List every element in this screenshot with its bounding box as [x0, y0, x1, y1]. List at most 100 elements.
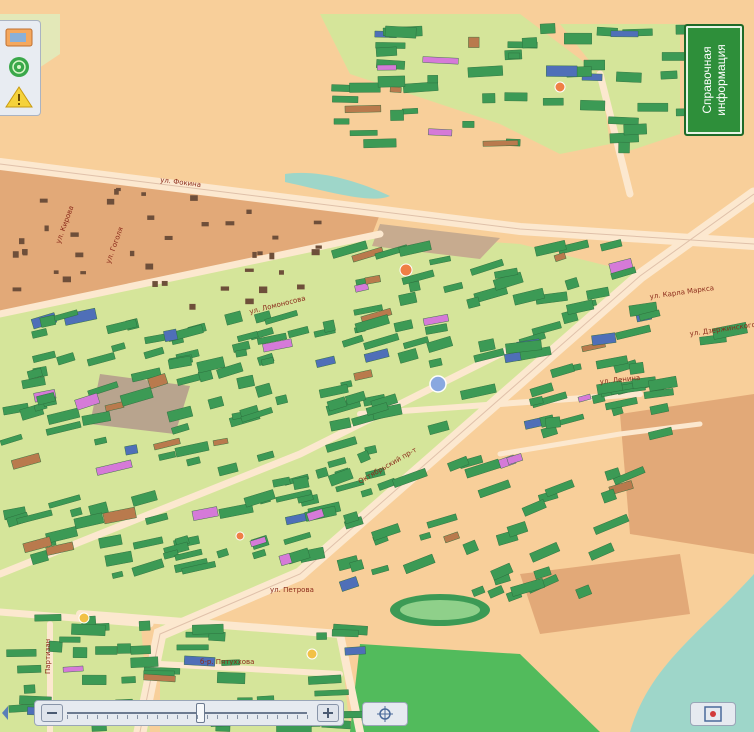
building	[216, 671, 246, 685]
building	[427, 75, 439, 84]
building	[467, 65, 504, 78]
poi-marker[interactable]	[306, 648, 318, 660]
zoom-tick	[307, 715, 308, 719]
building	[539, 23, 556, 35]
building	[608, 116, 639, 126]
building	[610, 30, 639, 38]
building	[331, 84, 350, 92]
building	[322, 319, 336, 333]
zoom-tick	[157, 715, 158, 719]
building	[315, 245, 322, 249]
building	[272, 235, 279, 240]
building	[129, 250, 135, 257]
fullscreen-icon	[704, 706, 722, 722]
layers-icon[interactable]	[4, 25, 34, 49]
poi-marker[interactable]	[78, 612, 90, 624]
building	[39, 198, 48, 203]
building	[278, 270, 284, 275]
poi-marker[interactable]	[399, 263, 413, 277]
building	[70, 232, 79, 237]
building	[564, 32, 592, 45]
building	[164, 235, 173, 240]
building	[80, 271, 86, 275]
building	[19, 238, 25, 245]
building	[508, 52, 521, 59]
building	[390, 109, 404, 121]
zoom-tick	[167, 715, 168, 719]
building	[462, 121, 475, 128]
building	[244, 268, 254, 272]
poi-marker[interactable]	[554, 81, 566, 93]
building	[130, 645, 151, 655]
zoom-in-button[interactable]	[317, 704, 339, 722]
church-marker[interactable]	[429, 375, 447, 393]
building	[375, 46, 398, 57]
zoom-tick	[207, 715, 208, 719]
building	[316, 632, 327, 640]
zoom-tick	[197, 715, 198, 719]
building	[332, 95, 359, 103]
zoom-handle[interactable]	[196, 703, 205, 723]
zoom-tick	[297, 715, 298, 719]
layers-panel	[0, 20, 41, 116]
building	[62, 665, 84, 673]
zoom-tick	[217, 715, 218, 719]
locate-button[interactable]	[362, 702, 408, 726]
building	[145, 263, 154, 270]
building	[331, 629, 359, 638]
building	[542, 97, 564, 106]
building	[71, 623, 106, 637]
building	[95, 646, 118, 655]
zoom-tick	[67, 715, 68, 719]
radar-icon[interactable]	[4, 55, 34, 79]
building	[618, 141, 630, 154]
building	[401, 107, 419, 115]
zoom-tick	[107, 715, 108, 719]
building	[660, 70, 678, 80]
pan-left-icon[interactable]	[0, 704, 10, 722]
poi-marker[interactable]	[235, 531, 245, 541]
map-viewer[interactable]: ул. Фокина ул. Ломоносова ул. Ленина Окт…	[0, 0, 754, 732]
warning-icon[interactable]	[4, 85, 34, 109]
building	[82, 674, 107, 685]
building	[482, 140, 519, 147]
zoom-tick	[77, 715, 78, 719]
building	[269, 252, 275, 260]
building	[546, 65, 578, 77]
zoom-tick	[117, 715, 118, 719]
zoom-track[interactable]	[67, 712, 307, 714]
minus-icon	[47, 712, 57, 714]
building	[117, 643, 131, 654]
building	[62, 276, 71, 283]
building	[427, 128, 453, 137]
building	[176, 644, 209, 651]
zoom-tick	[87, 715, 88, 719]
zoom-tick	[227, 715, 228, 719]
zoom-tick	[97, 715, 98, 719]
zoom-slider[interactable]	[34, 700, 344, 726]
building	[468, 36, 480, 48]
zoom-tick	[177, 715, 178, 719]
building	[141, 192, 146, 196]
building	[192, 623, 224, 635]
building	[6, 649, 37, 657]
street-label: ул. Петрова	[270, 586, 314, 594]
fullscreen-button[interactable]	[690, 702, 736, 726]
plus-icon	[323, 708, 333, 718]
building	[138, 620, 151, 632]
zoom-tick	[237, 715, 238, 719]
city-map[interactable]: ул. Фокина ул. Ломоносова ул. Ленина Окт…	[0, 14, 754, 732]
zoom-out-button[interactable]	[41, 704, 63, 722]
building	[72, 647, 88, 659]
info-button[interactable]: Справочная информация	[684, 24, 744, 136]
info-label-line1: Справочная	[700, 46, 714, 114]
zoom-tick	[257, 715, 258, 719]
locate-icon	[377, 706, 393, 722]
building	[259, 286, 268, 294]
building	[311, 249, 320, 256]
zoom-tick	[127, 715, 128, 719]
zoom-tick	[287, 715, 288, 719]
street-label: б-р. Пятуххова	[200, 658, 254, 666]
building	[130, 656, 159, 668]
building	[12, 287, 22, 292]
